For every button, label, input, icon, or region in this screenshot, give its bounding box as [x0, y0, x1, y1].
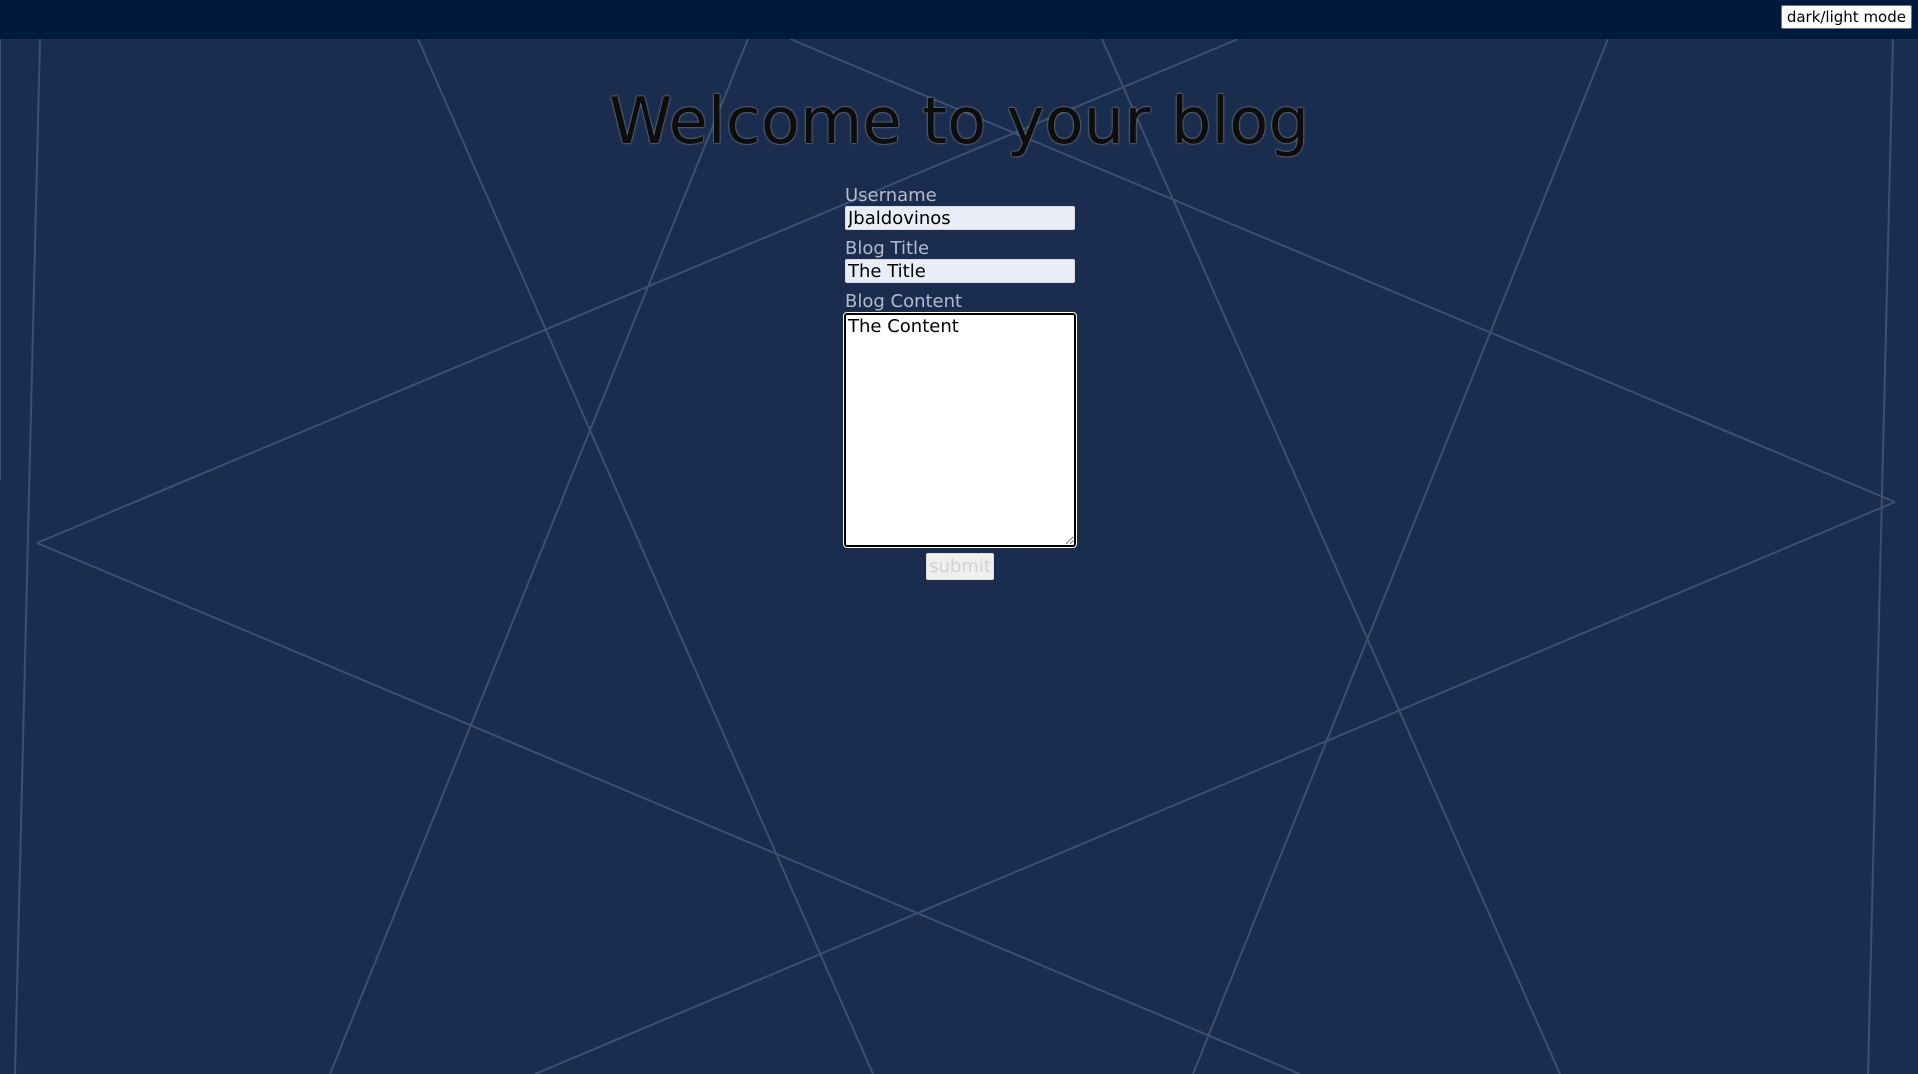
background-line [36, 542, 1301, 1074]
blog-title-label: Blog Title [845, 238, 930, 259]
background-line [534, 501, 1896, 1074]
page-title: Welcome to your blog [608, 85, 1310, 159]
blog-content-label: Blog Content [845, 291, 963, 312]
background-line [329, 38, 749, 1074]
submit-button[interactable]: submit [926, 553, 994, 580]
top-bar: dark/light mode [0, 0, 1918, 39]
blog-content-textarea[interactable]: The Content [843, 312, 1077, 548]
username-input[interactable] [845, 206, 1075, 230]
blog-form: Username Blog Title Blog Content The Con… [843, 185, 1077, 580]
blog-title-input[interactable] [845, 259, 1075, 283]
username-label: Username [845, 185, 937, 206]
dark-light-mode-button[interactable]: dark/light mode [1780, 5, 1912, 29]
background-line [417, 38, 874, 1074]
background-line [1192, 38, 1609, 1074]
background-line [1867, 38, 1894, 1074]
background-line [14, 38, 41, 1074]
background-line [1101, 38, 1561, 1074]
